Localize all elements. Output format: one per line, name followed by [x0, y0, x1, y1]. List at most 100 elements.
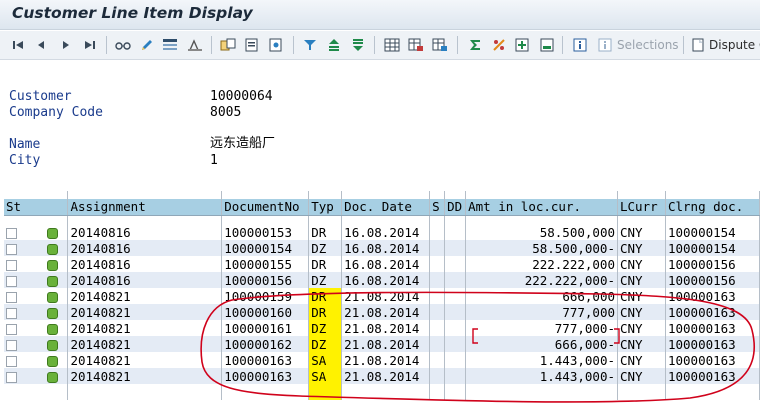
cell-empty	[341, 384, 431, 400]
toolbar-separator	[457, 36, 458, 54]
toolbar-separator	[683, 36, 684, 54]
selections-icon[interactable]	[597, 37, 613, 53]
row-select-checkbox[interactable]	[6, 259, 17, 271]
column-header-clearing-doc[interactable]: Clrng doc.	[665, 199, 760, 216]
document-header-icon[interactable]	[220, 37, 236, 53]
table-row[interactable]: 20140816 100000155 DR 16.08.2014 222.222,000…	[4, 256, 760, 272]
row-select-checkbox[interactable]	[6, 291, 17, 303]
select-layout-icon[interactable]	[408, 37, 424, 53]
row-select-checkbox[interactable]	[6, 371, 17, 383]
cell-type: DR	[308, 256, 343, 272]
column-header-s[interactable]: S	[429, 199, 446, 216]
sum-icon[interactable]	[467, 37, 483, 53]
dispute-case-button[interactable]: Dispute C	[709, 38, 760, 52]
row-select-checkbox[interactable]	[6, 243, 17, 255]
last-page-icon[interactable]	[82, 37, 98, 53]
sort-descending-icon[interactable]	[350, 37, 366, 53]
print-preview-icon[interactable]	[268, 37, 284, 53]
next-page-icon[interactable]	[58, 37, 74, 53]
column-header-assignment[interactable]: Assignment	[67, 199, 223, 216]
table-row[interactable]: 20140821 100000161 DZ 21.08.2014 777,000- CNY…	[4, 320, 760, 336]
status-green-icon	[47, 275, 59, 287]
cell-s	[429, 304, 446, 320]
change-layout-icon[interactable]	[384, 37, 400, 53]
table-row[interactable]: 20140816 100000153 DR 16.08.2014 58.500,000 C…	[4, 224, 760, 240]
cell-doc-date: 16.08.2014	[341, 272, 431, 288]
column-header-currency[interactable]: LCurr	[617, 199, 666, 216]
cell-doc-date: 21.08.2014	[341, 336, 431, 352]
row-status	[4, 352, 69, 368]
expand-icon[interactable]	[514, 37, 530, 53]
dispute-case-icon[interactable]	[690, 37, 706, 53]
cell-s	[429, 352, 446, 368]
cell-type: DZ	[308, 272, 343, 288]
subtotal-icon[interactable]	[539, 37, 555, 53]
row-select-checkbox[interactable]	[6, 275, 17, 287]
cell-clearing-doc: 100000163	[665, 320, 760, 336]
column-header-document-no[interactable]: DocumentNo	[221, 199, 310, 216]
table-row[interactable]	[4, 384, 760, 400]
select-all-icon[interactable]	[162, 37, 178, 53]
save-layout-icon[interactable]	[432, 37, 448, 53]
cell-assignment: 20140821	[67, 336, 223, 352]
sort-ascending-icon[interactable]	[326, 37, 342, 53]
previous-page-icon[interactable]	[33, 37, 49, 53]
info-icon[interactable]	[572, 37, 588, 53]
cell-dd	[444, 368, 467, 384]
cell-dd	[444, 336, 467, 352]
first-page-icon[interactable]	[10, 37, 26, 53]
cell-currency: CNY	[617, 240, 666, 256]
toolbar-separator	[106, 36, 107, 54]
toolbar-separator	[374, 36, 375, 54]
row-select-checkbox[interactable]	[6, 339, 17, 351]
cell-type: DR	[308, 288, 343, 304]
company-code-value: 8005	[210, 105, 242, 120]
cell-document-no: 100000163	[221, 352, 310, 368]
cell-empty	[465, 384, 618, 400]
table-row[interactable]: 20140816 100000154 DZ 16.08.2014 58.500,000-…	[4, 240, 760, 256]
selections-button[interactable]: Selections	[617, 38, 679, 52]
line-items-grid: St Assignment DocumentNo Typ Doc. Date S…	[4, 191, 760, 406]
cell-amount: 666,000-	[465, 336, 618, 352]
table-row[interactable]: 20140821 100000160 DR 21.08.2014 777,000 CNY 1…	[4, 304, 760, 320]
status-green-icon	[47, 243, 59, 255]
cell-document-no: 100000156	[221, 272, 310, 288]
status-green-icon	[47, 371, 59, 383]
row-select-checkbox[interactable]	[6, 355, 17, 367]
edit-pencil-icon[interactable]	[139, 37, 155, 53]
table-row[interactable]: 20140821 100000163 SA 21.08.2014 1.443,000- C…	[4, 352, 760, 368]
cell-currency: CNY	[617, 288, 666, 304]
row-select-checkbox[interactable]	[6, 323, 17, 335]
cell-assignment: 20140821	[67, 288, 223, 304]
customer-label: Customer	[9, 89, 72, 104]
cell-type: DZ	[308, 336, 343, 352]
row-select-checkbox[interactable]	[6, 307, 17, 319]
mass-change-icon[interactable]	[187, 37, 203, 53]
column-header-amount[interactable]: Amt in loc.cur.	[465, 199, 618, 216]
cell-amount: 58.500,000-	[465, 240, 618, 256]
document-overview-icon[interactable]	[244, 37, 260, 53]
cell-type: SA	[308, 352, 343, 368]
table-row[interactable]: 20140816 100000156 DZ 16.08.2014 222.222,000…	[4, 272, 760, 288]
table-row[interactable]: 20140821 100000159 DR 21.08.2014 666,000 CNY 1…	[4, 288, 760, 304]
cell-dd	[444, 256, 467, 272]
toolbar: Selections Dispute C	[0, 31, 760, 60]
cell-assignment: 20140821	[67, 320, 223, 336]
cell-doc-date: 16.08.2014	[341, 240, 431, 256]
cell-doc-date: 21.08.2014	[341, 304, 431, 320]
cell-empty	[221, 384, 310, 400]
display-glasses-icon[interactable]	[115, 37, 131, 53]
title-bar: Customer Line Item Display	[0, 0, 760, 30]
column-header-doc-date[interactable]: Doc. Date	[341, 199, 431, 216]
cell-empty	[444, 384, 467, 400]
percent-icon[interactable]	[491, 37, 507, 53]
cell-amount: 777,000	[465, 304, 618, 320]
row-select-checkbox[interactable]	[6, 227, 17, 239]
column-header-dd[interactable]: DD	[444, 199, 467, 216]
column-header-type[interactable]: Typ	[308, 199, 343, 216]
filter-icon[interactable]	[302, 37, 318, 53]
table-row[interactable]: 20140821 100000163 SA 21.08.2014 1.443,000- C…	[4, 368, 760, 384]
table-row[interactable]: 20140821 100000162 DZ 21.08.2014 666,000- CNY…	[4, 336, 760, 352]
column-header-status[interactable]: St	[4, 199, 69, 216]
cell-dd	[444, 272, 467, 288]
